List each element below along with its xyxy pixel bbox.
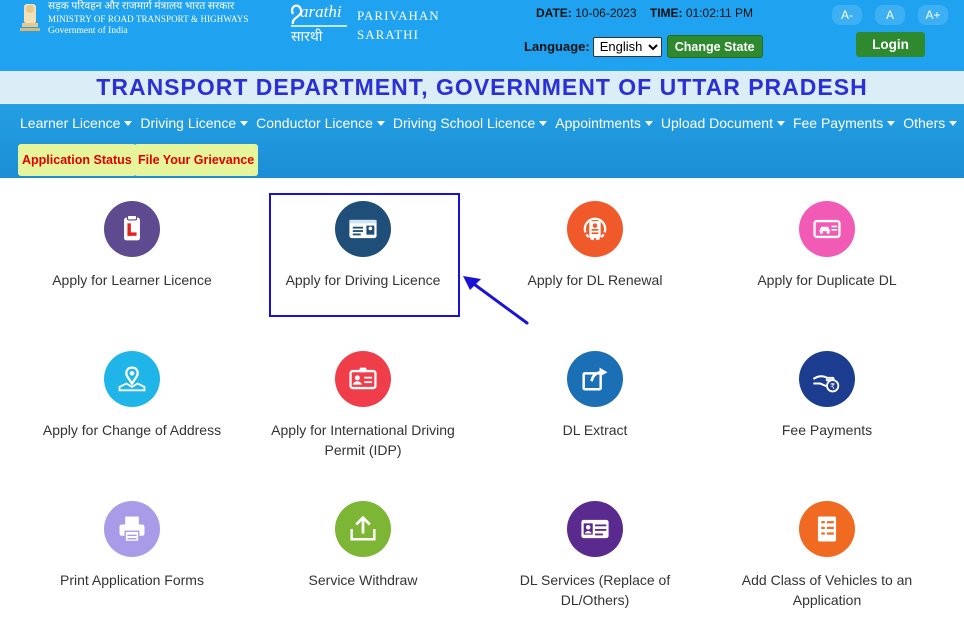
- language-label: Language:: [524, 39, 590, 54]
- service-tile-print-application-forms[interactable]: Print Application Forms: [16, 478, 248, 620]
- font-normal-button[interactable]: A: [875, 5, 905, 25]
- map-pin-icon: [104, 351, 160, 407]
- service-tile-fee-payments[interactable]: ₹ Fee Payments: [711, 328, 943, 478]
- nav-item-others[interactable]: Others: [903, 115, 958, 131]
- svg-text:₹: ₹: [830, 382, 835, 391]
- brand-name: PARIVAHAN SARATHI: [357, 6, 440, 44]
- pointer-arrow-icon: [463, 276, 529, 325]
- time-label: TIME:: [649, 6, 683, 20]
- service-label: DL Extract: [562, 422, 628, 438]
- nav-item-label: Others: [903, 115, 946, 131]
- nav-item-driving-licence[interactable]: Driving Licence: [140, 115, 249, 131]
- font-decrease-button[interactable]: A-: [832, 5, 862, 25]
- ministry-hindi: सड़क परिवहन और राजमार्ग मंत्रालय भारत सर…: [48, 1, 235, 12]
- caret-down-icon: [776, 120, 785, 126]
- ministry-name: सड़क परिवहन और राजमार्ग मंत्रालय भारत सर…: [48, 1, 248, 37]
- ministry-english: MINISTRY OF ROAD TRANSPORT & HIGHWAYS: [48, 14, 249, 24]
- date-label: DATE:: [536, 6, 572, 20]
- duplicate-dl-icon: [799, 201, 855, 257]
- printer-icon: [104, 501, 160, 557]
- learner-licence-icon: [104, 201, 160, 257]
- service-label: Add Class of Vehicles to an Application: [741, 572, 913, 608]
- nav-item-label: Upload Document: [660, 115, 773, 131]
- national-emblem-icon: [20, 4, 40, 31]
- nav-item-upload-document[interactable]: Upload Document: [661, 115, 785, 131]
- caret-down-icon: [644, 120, 653, 126]
- share-export-icon: [567, 351, 623, 407]
- nav-item-label: Appointments: [555, 115, 641, 131]
- page-title: TRANSPORT DEPARTMENT, GOVERNMENT OF UTTA…: [96, 74, 868, 100]
- id-badge-icon: [335, 351, 391, 407]
- time-value: 01:02:11 PM: [685, 6, 754, 20]
- svg-text:सारथी: सारथी: [291, 28, 323, 44]
- nav-item-fee-payments[interactable]: Fee Payments: [792, 115, 896, 131]
- service-label: DL Services (Replace of DL/Others): [519, 572, 671, 608]
- date-value: 10-06-2023: [575, 6, 637, 20]
- nav-item-label: Fee Payments: [792, 115, 884, 131]
- caret-down-icon: [240, 120, 249, 126]
- service-tile-dl-services-replace-of-dl-others[interactable]: DL Services (Replace of DL/Others): [479, 478, 711, 620]
- nav-item-label: Driving School Licence: [392, 115, 536, 131]
- highlight-annotation: [269, 193, 460, 317]
- title-band: TRANSPORT DEPARTMENT, GOVERNMENT OF UTTA…: [0, 71, 964, 104]
- brand-sarathi: SARATHI: [357, 27, 419, 42]
- language-select[interactable]: English: [592, 36, 662, 57]
- government-of-india: Government of India: [48, 26, 128, 36]
- service-label: Fee Payments: [781, 422, 873, 438]
- service-label: Print Application Forms: [60, 572, 204, 588]
- nav-item-conductor-licence[interactable]: Conductor Licence: [256, 115, 385, 131]
- nav-item-driving-school-licence[interactable]: Driving School Licence: [392, 115, 548, 131]
- login-button[interactable]: Login: [856, 32, 925, 57]
- sarathi-logo-icon: arathi सारथी: [291, 2, 347, 44]
- service-tile-apply-for-learner-licence[interactable]: Apply for Learner Licence: [16, 178, 248, 328]
- nav-menu: Learner Licence Driving Licence Conductor …: [20, 115, 964, 131]
- change-state-button[interactable]: Change State: [666, 35, 763, 58]
- caret-down-icon: [539, 120, 548, 126]
- brand-parivahan: PARIVAHAN: [357, 8, 440, 23]
- file-grievance-button[interactable]: File Your Grievance: [134, 144, 259, 176]
- upload-tray-icon: [335, 501, 391, 557]
- service-tile-dl-extract[interactable]: DL Extract: [479, 328, 711, 478]
- nav-item-learner-licence[interactable]: Learner Licence: [20, 115, 133, 131]
- service-label: Apply for Learner Licence: [52, 272, 212, 288]
- top-header: सड़क परिवहन और राजमार्ग मंत्रालय भारत सर…: [0, 0, 964, 71]
- service-grid: Apply for Learner Licence Apply for Drivi…: [0, 178, 964, 620]
- service-label: Apply for Duplicate DL: [757, 272, 897, 288]
- service-tile-apply-for-duplicate-dl[interactable]: Apply for Duplicate DL: [711, 178, 943, 328]
- service-label: Apply for International Driving Permit (…: [271, 422, 455, 458]
- application-status-button[interactable]: Application Status: [18, 144, 136, 176]
- caret-down-icon: [949, 120, 958, 126]
- dl-renewal-icon: [567, 201, 623, 257]
- caret-down-icon: [376, 120, 385, 126]
- document-list-icon: [799, 501, 855, 557]
- nav-item-label: Driving Licence: [140, 115, 237, 131]
- service-tile-apply-for-international-driving-permit-idp[interactable]: Apply for International Driving Permit (…: [247, 328, 479, 478]
- date-time: DATE: 10-06-2023 TIME: 01:02:11 PM: [536, 6, 753, 20]
- service-tile-service-withdraw[interactable]: Service Withdraw: [247, 478, 479, 620]
- service-tile-add-class-of-vehicles-to-an-application[interactable]: Add Class of Vehicles to an Application: [711, 478, 943, 620]
- service-tile-apply-for-change-of-address[interactable]: Apply for Change of Address: [16, 328, 248, 478]
- service-label: Service Withdraw: [308, 572, 418, 588]
- caret-down-icon: [887, 120, 896, 126]
- language-row: Language: English Change State: [524, 35, 763, 58]
- main-nav: Learner Licence Driving Licence Conductor …: [0, 104, 964, 178]
- font-increase-button[interactable]: A+: [918, 5, 948, 25]
- service-label: Apply for Change of Address: [42, 422, 222, 438]
- nav-item-label: Conductor Licence: [256, 115, 373, 131]
- rupee-hand-icon: ₹: [799, 351, 855, 407]
- caret-down-icon: [124, 120, 133, 126]
- nav-item-appointments[interactable]: Appointments: [555, 115, 653, 131]
- nav-item-label: Learner Licence: [20, 115, 121, 131]
- svg-text:arathi: arathi: [300, 2, 342, 21]
- id-card-icon: [567, 501, 623, 557]
